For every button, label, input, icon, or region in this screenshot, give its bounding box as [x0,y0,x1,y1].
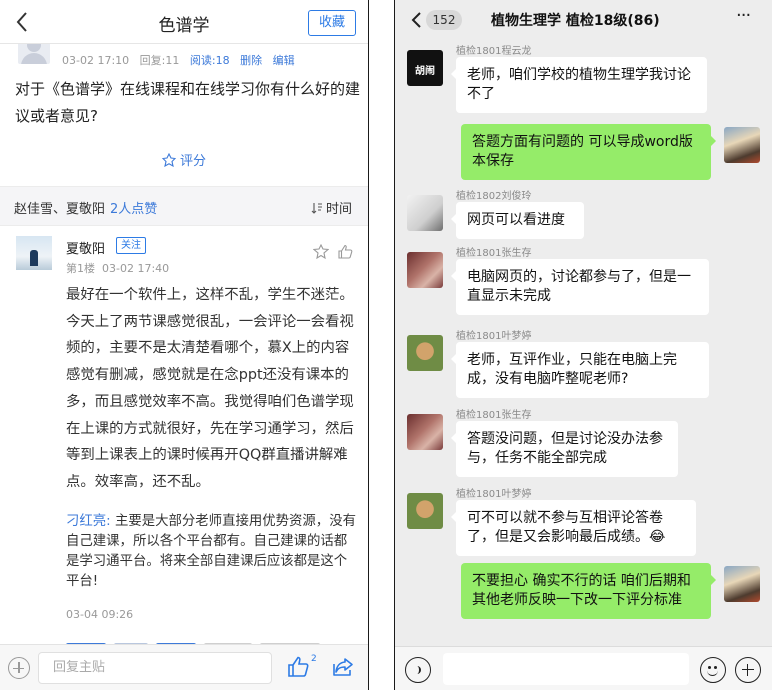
emoji-icon[interactable] [700,657,726,683]
reply-count: 回复:11 [139,54,180,67]
comment-reply: 刁红亮: 主要是大部分老师直接用优势资源，没有自己建课，所以各个平台都有。自己建… [66,512,356,592]
message-bubble[interactable]: 不要担心 确实不行的话 咱们后期和其他老师反映一下改一下评分标准 [461,563,716,619]
follow-button[interactable]: 关注 [116,237,146,254]
sort-icon [311,202,323,214]
avatar[interactable] [407,414,443,450]
avatar[interactable] [407,335,443,371]
message-bubble[interactable]: 网页可以看进度 [451,202,584,239]
message-sender: 植检1801张生存 [456,248,532,259]
avatar[interactable] [407,195,443,231]
unread-badge[interactable]: 152 [426,10,462,30]
reward-icon[interactable] [312,243,330,260]
panel-divider [368,0,395,690]
forum-bottom-bar: 回复主贴 2 [0,644,368,690]
avatar[interactable] [724,566,760,602]
rate-label: 评分 [179,154,206,169]
floor-number: 第1楼 [66,262,95,275]
rate-icon [161,152,177,168]
avatar[interactable] [724,127,760,163]
avatar[interactable] [16,236,52,270]
add-icon[interactable] [8,657,30,679]
favorite-button[interactable]: 收藏 [308,10,356,36]
rate-button[interactable]: 评分 [0,150,368,169]
comment-body: 最好在一个软件上，这样不乱，学生不迷茫。今天上了两节课感觉很乱，一会评论一会看视… [66,287,354,490]
edit-link[interactable]: 编辑 [273,54,295,67]
delete-link[interactable]: 删除 [240,54,262,67]
chat-title: 植物生理学 植检18级(86) [491,13,660,29]
voice-icon[interactable] [405,657,431,683]
avatar[interactable] [407,252,443,288]
forum-header: 色谱学 收藏 [0,0,368,44]
message-bubble[interactable]: 电脑网页的，讨论都参与了，但是一直显示未完成 [451,259,709,315]
message-bubble[interactable]: 老师，咱们学校的植物生理学我讨论不了 [451,57,707,113]
forum-screen: 色谱学 收藏 03-02 17:10 回复:11 阅读:18 删除 编辑 对于《… [0,0,368,690]
comment-date: 03-02 17:40 [102,262,170,275]
chat-header: 152 植物生理学 植检18级(86) ··· [395,0,772,40]
likers: 赵佳雪、夏敬阳 2人点赞 [14,198,157,217]
back-icon[interactable] [409,10,423,30]
message-input[interactable] [443,653,689,685]
sort-button[interactable]: 时间 [311,198,352,217]
share-icon[interactable] [331,655,355,679]
like-count: 2 [311,654,317,664]
message-sender: 植检1801程云龙 [456,46,532,57]
chat-screen: 152 植物生理学 植检18级(86) ··· 植检1801程云龙 胡闹 老师，… [395,0,772,690]
post-meta: 03-02 17:10 回复:11 阅读:18 删除 编辑 [62,52,302,68]
message-bubble[interactable]: 答题方面有问题的 可以导成word版本保存 [461,124,716,180]
message-bubble[interactable]: 可不可以就不参与互相评论答卷了，但是又会影响最后成绩。😂 [451,500,696,556]
message-sender: 植检1801叶梦婷 [456,489,532,500]
avatar[interactable] [18,44,50,64]
message-bubble[interactable]: 老师，互评作业，只能在电脑上完成，没有电脑咋整呢老师? [451,342,709,398]
sort-label: 时间 [325,202,352,217]
post-date: 03-02 17:10 [62,54,130,67]
more-icon[interactable]: ··· [736,7,758,29]
plus-icon[interactable] [735,657,761,683]
reply-input[interactable]: 回复主贴 [38,652,272,684]
reply-time: 03-04 09:26 [66,608,134,621]
read-count: 阅读:18 [189,54,230,67]
chat-input-bar [395,646,772,690]
avatar[interactable] [407,493,443,529]
message-sender: 植检1801叶梦婷 [456,331,532,342]
thumbs-up-icon[interactable] [286,655,310,679]
message-sender: 植检1801张生存 [456,410,532,421]
post-title: 对于《色谱学》在线课程和在线学习你有什么好的建议或者意见? [15,80,361,125]
reply-author[interactable]: 刁红亮: [66,514,111,529]
thumbs-up-icon[interactable] [337,244,353,260]
likes-bar: 赵佳雪、夏敬阳 2人点赞 时间 [0,186,368,226]
avatar[interactable]: 胡闹 [407,50,443,86]
message-sender: 植检1802刘俊玲 [456,191,532,202]
like-count-link[interactable]: 2人点赞 [110,202,157,217]
message-bubble[interactable]: 答题没问题，但是讨论没办法参与，任务不能全部完成 [451,421,678,477]
comment-author[interactable]: 夏敬阳 [66,238,105,257]
avatar-logo: 胡闹 [415,66,435,77]
liker-names: 赵佳雪、夏敬阳 [14,202,106,217]
comment-floor: 第1楼 03-02 17:40 [66,260,169,276]
truncated-reply-preview [66,634,356,644]
